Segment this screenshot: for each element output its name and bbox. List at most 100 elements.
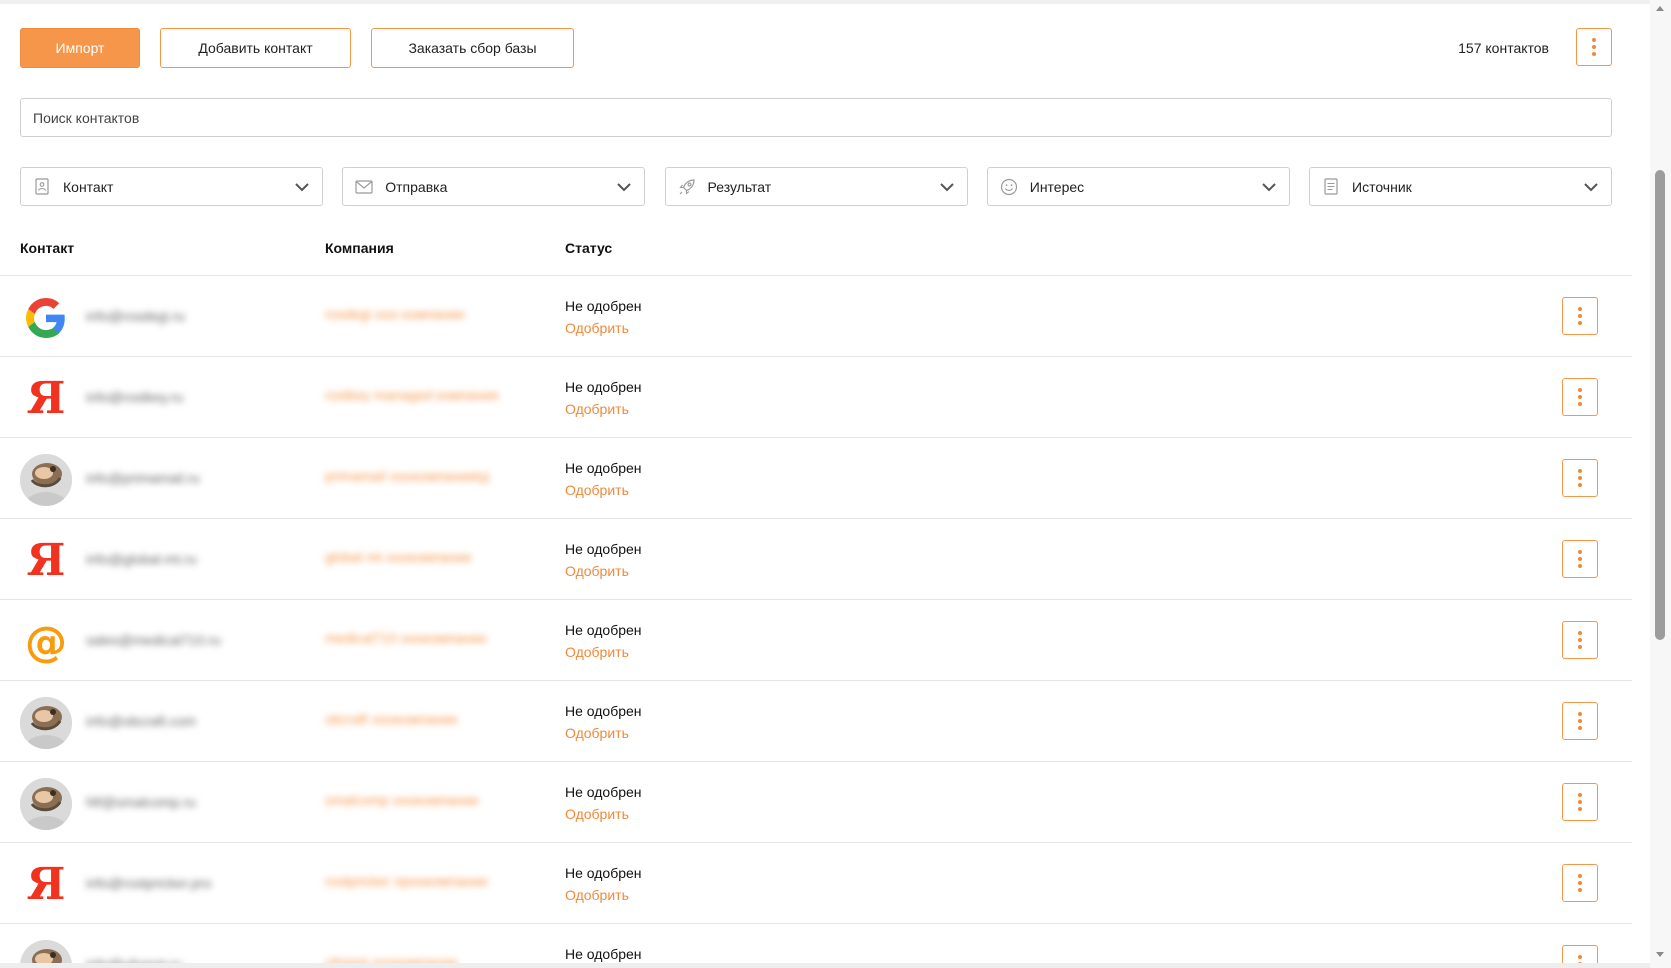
approve-link[interactable]: Одобрить bbox=[565, 644, 629, 660]
scroll-up-arrow-icon[interactable] bbox=[1656, 6, 1664, 11]
more-options-button[interactable] bbox=[1576, 28, 1612, 66]
photo-avatar-icon bbox=[20, 454, 72, 506]
chevron-down-icon bbox=[939, 182, 954, 191]
filter-sending[interactable]: Отправка bbox=[342, 167, 646, 206]
company-link[interactable]: rosdegi ооо компании bbox=[325, 306, 465, 322]
chevron-down-icon bbox=[617, 182, 631, 191]
table-row[interactable]: info@obcraft.com obcraft ооокомпании Не од… bbox=[0, 681, 1632, 762]
top-divider bbox=[0, 0, 1650, 4]
filter-result[interactable]: Результат bbox=[664, 167, 968, 206]
column-header-company[interactable]: Компания bbox=[325, 240, 394, 256]
contact-email[interactable]: info@obcraft.com bbox=[86, 713, 196, 729]
table-row[interactable]: info@uforest.ru uforest ооокомпании Не одо… bbox=[0, 924, 1632, 968]
filter-interest[interactable]: Интерес bbox=[986, 167, 1290, 206]
kebab-dot-icon bbox=[1578, 800, 1582, 804]
search-input[interactable] bbox=[20, 98, 1612, 137]
chevron-down-icon bbox=[1262, 182, 1276, 191]
company-link[interactable]: medical710 ооокомпании bbox=[325, 630, 486, 646]
kebab-dot-icon bbox=[1578, 402, 1582, 406]
status-text: Не одобрен bbox=[565, 298, 642, 314]
kebab-dot-icon bbox=[1578, 807, 1582, 811]
kebab-dot-icon bbox=[1578, 307, 1582, 311]
row-options-button[interactable] bbox=[1562, 864, 1598, 902]
approve-link[interactable]: Одобрить bbox=[565, 320, 629, 336]
status-text: Не одобрен bbox=[565, 784, 642, 800]
approve-link[interactable]: Одобрить bbox=[565, 725, 629, 741]
company-link[interactable]: rostkey managed компания bbox=[325, 387, 498, 403]
company-link[interactable]: smalcomp ооокомпании bbox=[325, 792, 478, 808]
kebab-dot-icon bbox=[1578, 638, 1582, 642]
add-contact-button[interactable]: Добавить контакт bbox=[160, 28, 351, 68]
approve-link[interactable]: Одобрить bbox=[565, 401, 629, 417]
row-options-button[interactable] bbox=[1562, 621, 1598, 659]
filter-interest-label: Интерес bbox=[1029, 178, 1085, 195]
smiley-icon bbox=[1000, 178, 1018, 196]
table-row[interactable]: Яinfo@rostkey.ru rostkey managed компания… bbox=[0, 357, 1632, 438]
contact-card-icon bbox=[33, 178, 51, 196]
contact-email[interactable]: f4f@smalcomp.ru bbox=[86, 794, 196, 810]
yandex-avatar-icon: Я bbox=[26, 373, 66, 424]
company-link[interactable]: obcraft ооокомпании bbox=[325, 711, 457, 727]
row-options-button[interactable] bbox=[1562, 783, 1598, 821]
scroll-down-arrow-icon[interactable] bbox=[1656, 952, 1664, 957]
filter-contact[interactable]: Контакт bbox=[20, 167, 323, 206]
table-row[interactable]: f4f@smalcomp.ru smalcomp ооокомпании Не од… bbox=[0, 762, 1632, 843]
kebab-dot-icon bbox=[1578, 874, 1582, 878]
row-options-button[interactable] bbox=[1562, 297, 1598, 335]
status-text: Не одобрен bbox=[565, 946, 642, 962]
kebab-dot-icon bbox=[1592, 45, 1596, 49]
kebab-dot-icon bbox=[1592, 38, 1596, 42]
row-options-button[interactable] bbox=[1562, 459, 1598, 497]
kebab-dot-icon bbox=[1578, 476, 1582, 480]
approve-link[interactable]: Одобрить bbox=[565, 563, 629, 579]
table-row[interactable]: info@primamail.ru primamail ооокомпанииty… bbox=[0, 438, 1632, 519]
table-row[interactable]: Яinfo@rostpricker.pro rostpricker прооком… bbox=[0, 843, 1632, 924]
approve-link[interactable]: Одобрить bbox=[565, 887, 629, 903]
filter-bar: Контакт Отправка Результат Интерес Источ… bbox=[20, 167, 1612, 206]
import-button[interactable]: Импорт bbox=[20, 28, 140, 68]
company-link[interactable]: global mt ооокомпании bbox=[325, 549, 472, 565]
contact-email[interactable]: info@rostkey.ru bbox=[86, 389, 183, 405]
chevron-down-icon bbox=[295, 182, 309, 191]
column-header-contact[interactable]: Контакт bbox=[20, 240, 74, 256]
approve-link[interactable]: Одобрить bbox=[565, 482, 629, 498]
filter-source[interactable]: Источник bbox=[1309, 167, 1612, 206]
kebab-dot-icon bbox=[1578, 955, 1582, 959]
filter-result-label: Результат bbox=[707, 178, 772, 195]
scrollbar-thumb[interactable] bbox=[1655, 170, 1665, 640]
kebab-dot-icon bbox=[1578, 469, 1582, 473]
contact-email[interactable]: sales@medical710.ru bbox=[86, 632, 221, 648]
kebab-dot-icon bbox=[1578, 726, 1582, 730]
row-options-button[interactable] bbox=[1562, 378, 1598, 416]
contact-email[interactable]: info@global-mt.ru bbox=[86, 551, 197, 567]
photo-avatar-icon bbox=[20, 778, 72, 830]
contact-email[interactable]: info@rosdegi.ru bbox=[86, 308, 185, 324]
kebab-dot-icon bbox=[1578, 793, 1582, 797]
approve-link[interactable]: Одобрить bbox=[565, 806, 629, 822]
vertical-scrollbar[interactable] bbox=[1650, 0, 1671, 968]
contact-email[interactable]: info@primamail.ru bbox=[86, 470, 200, 486]
order-base-button[interactable]: Заказать сбор базы bbox=[371, 28, 574, 68]
kebab-dot-icon bbox=[1578, 712, 1582, 716]
contact-email[interactable]: info@rostpricker.pro bbox=[86, 875, 211, 891]
kebab-dot-icon bbox=[1578, 314, 1582, 318]
table-row[interactable]: Яinfo@global-mt.ru global mt ооокомпании Н… bbox=[0, 519, 1632, 600]
company-link[interactable]: primamail ооокомпанииtyj bbox=[325, 468, 489, 484]
company-link[interactable]: rostpricker проокомпании bbox=[325, 873, 488, 889]
row-options-button[interactable] bbox=[1562, 702, 1598, 740]
kebab-dot-icon bbox=[1578, 557, 1582, 561]
kebab-dot-icon bbox=[1578, 550, 1582, 554]
contacts-list: info@rosdegi.ru rosdegi ооо компании Не од… bbox=[0, 276, 1632, 968]
status-text: Не одобрен bbox=[565, 703, 642, 719]
table-row[interactable]: info@rosdegi.ru rosdegi ооо компании Не од… bbox=[0, 276, 1632, 357]
status-text: Не одобрен bbox=[565, 379, 642, 395]
yandex-avatar-icon: Я bbox=[26, 859, 66, 910]
contacts-count: 157 контактов bbox=[1458, 40, 1549, 56]
yandex-avatar-icon: Я bbox=[26, 535, 66, 586]
row-options-button[interactable] bbox=[1562, 540, 1598, 578]
status-text: Не одобрен bbox=[565, 865, 642, 881]
column-header-status[interactable]: Статус bbox=[565, 240, 612, 256]
kebab-dot-icon bbox=[1592, 52, 1596, 56]
table-row[interactable]: @ sales@medical710.ru medical710 ооокомпан… bbox=[0, 600, 1632, 681]
kebab-dot-icon bbox=[1578, 719, 1582, 723]
